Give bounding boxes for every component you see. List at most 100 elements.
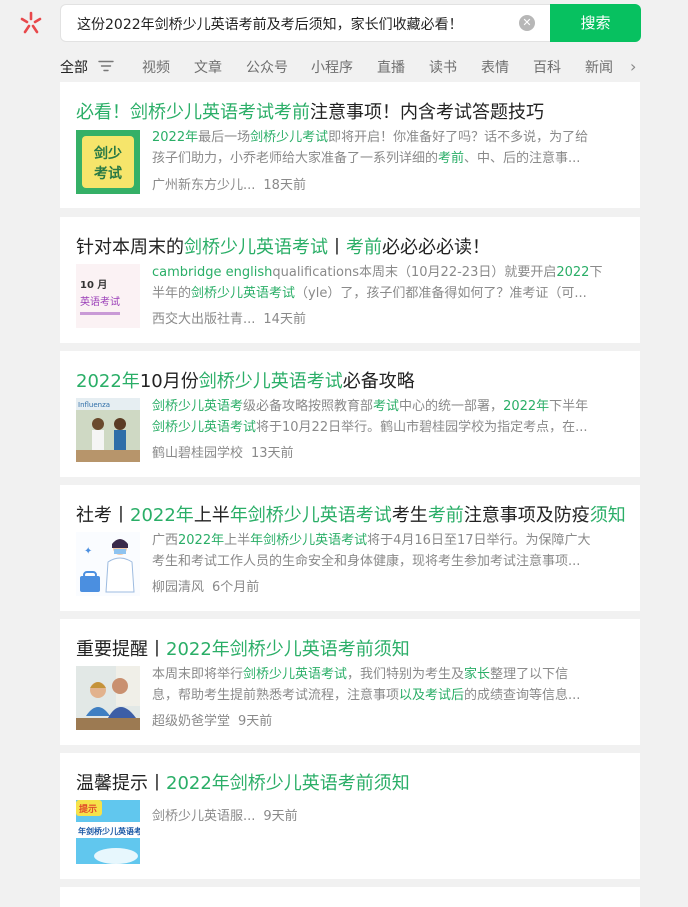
text-segment: 下半年 — [549, 399, 589, 414]
thumbnail-text: 剑少 — [93, 145, 122, 162]
result-time: 9天前 — [238, 714, 273, 729]
category-tabs: 全部 视频 文章 公众号 小程序 直播 读书 表情 百科 新闻 › — [60, 57, 650, 79]
result-card[interactable]: 重要提醒丨2022年剑桥少儿英语考前须知 本周末即将举行剑桥少儿英语考试，我们特… — [60, 619, 640, 745]
thumbnail-graphic: 10 月 英语考试 — [76, 264, 140, 328]
result-source[interactable]: 超级奶爸学堂 — [152, 714, 230, 729]
tab-books[interactable]: 读书 — [429, 57, 457, 77]
thumbnail-text: 考试 — [94, 165, 122, 182]
result-title[interactable]: 温馨提示丨2022年剑桥少儿英语考前须知 — [76, 769, 410, 795]
highlight-text: 家长 — [464, 667, 491, 682]
text-segment: 、中、后的注意事... — [464, 151, 581, 166]
tab-video[interactable]: 视频 — [142, 57, 170, 77]
snippet-line: 息，帮助考生提前熟悉考试流程，注意事项以及考试后的成绩查询等信息... — [152, 685, 622, 706]
result-title[interactable]: 必看！剑桥少儿英语考试考前注意事项！内含考试答题技巧 — [76, 98, 544, 124]
highlight-text: 年剑桥少儿英语考试 — [229, 505, 392, 526]
text-segment: 的成绩查询等信息... — [464, 688, 581, 703]
result-snippet: 2022年最后一场剑桥少儿考试即将开启！你准备好了吗？话不多说，为了给 孩子们助力… — [152, 127, 622, 169]
result-card[interactable]: 温馨提示丨2022年剑桥少儿英语考前须知 提示 年剑桥少儿英语考 剑桥少儿英语服… — [60, 753, 640, 879]
text-segment: 必备攻略 — [342, 371, 415, 392]
highlight-text: cambridge english — [152, 265, 273, 280]
result-thumbnail[interactable] — [76, 666, 140, 730]
result-card-partial[interactable] — [60, 887, 640, 907]
result-title[interactable]: 针对本周末的剑桥少儿英语考试丨考前必必必必读！ — [76, 233, 490, 259]
search-input[interactable]: 这份2022年剑桥少儿英语考前及考后须知，家长们收藏必看！ ✕ 搜索 — [60, 4, 641, 42]
tab-all[interactable]: 全部 — [60, 57, 88, 77]
text-segment: ，我们特别为考生及 — [347, 667, 465, 682]
tab-stickers[interactable]: 表情 — [481, 57, 509, 77]
text-segment: 考生 — [391, 505, 428, 526]
result-card[interactable]: 必看！剑桥少儿英语考试考前注意事项！内含考试答题技巧 剑少 考试 2022年最后… — [60, 82, 640, 208]
clear-search-icon[interactable]: ✕ — [519, 15, 535, 31]
text-segment: 息，帮助考生提前熟悉考试流程，注意事项 — [152, 688, 400, 703]
thumbnail-graphic: 提示 年剑桥少儿英语考 — [76, 800, 140, 864]
highlight-text: 考试后 — [425, 688, 465, 703]
filter-icon[interactable] — [98, 60, 114, 72]
chevron-right-icon[interactable]: › — [630, 57, 636, 76]
highlight-text: 2022年 — [76, 371, 140, 392]
highlight-text: 2022年剑桥少儿英语考前须知 — [166, 639, 410, 660]
highlight-text: 2022年 — [152, 130, 199, 145]
tab-official-account[interactable]: 公众号 — [246, 57, 288, 77]
text-segment: 上半 — [193, 505, 230, 526]
result-time: 6个月前 — [212, 580, 260, 595]
text-segment: 中心的统一部署， — [399, 399, 504, 414]
text-segment: 注意事项及防疫 — [463, 505, 590, 526]
result-source[interactable]: 鹤山碧桂园学校 — [152, 446, 243, 461]
result-title[interactable]: 重要提醒丨2022年剑桥少儿英语考前须知 — [76, 635, 410, 661]
thumbnail-text: Influenza — [78, 401, 110, 409]
svg-text:✦: ✦ — [84, 546, 92, 557]
snippet-line: 半年的剑桥少儿英语考试（yle）了，孩子们都准备得如何了？准考证（可... — [152, 283, 622, 304]
result-source[interactable]: 广州新东方少儿... — [152, 178, 255, 193]
thumbnail-graphic: Influenza — [76, 398, 140, 462]
tab-live[interactable]: 直播 — [377, 57, 405, 77]
text-segment: 即将开启！你准备好了吗？话不多说，为了给 — [328, 130, 589, 145]
snippet-line: 2022年最后一场剑桥少儿考试即将开启！你准备好了吗？话不多说，为了给 — [152, 127, 622, 148]
tab-encyclopedia[interactable]: 百科 — [533, 57, 561, 77]
result-source[interactable]: 剑桥少儿英语服... — [152, 809, 255, 824]
result-title[interactable]: 2022年10月份剑桥少儿英语考试必备攻略 — [76, 367, 415, 393]
tab-mini-program[interactable]: 小程序 — [311, 57, 353, 77]
result-thumbnail[interactable]: Influenza — [76, 398, 140, 462]
text-segment: 将于4月16日至17日举行。为保障广大 — [367, 533, 591, 548]
text-segment: 必必必必读！ — [382, 237, 490, 258]
search-button[interactable]: 搜索 — [550, 4, 641, 42]
thumbnail-text: 10 月 — [80, 279, 107, 291]
text-segment: 10月份 — [139, 371, 199, 392]
result-thumbnail[interactable]: 10 月 英语考试 — [76, 264, 140, 328]
result-thumbnail[interactable]: 提示 年剑桥少儿英语考 — [76, 800, 140, 864]
thumbnail-graphic: ✦ — [76, 532, 140, 596]
result-source[interactable]: 西交大出版社青... — [152, 312, 255, 327]
result-snippet: cambridge englishqualifications本周末（10月22… — [152, 262, 622, 304]
text-segment: 社考丨 — [76, 505, 130, 526]
result-meta: 鹤山碧桂园学校 13天前 — [152, 442, 294, 461]
result-thumbnail[interactable]: 剑少 考试 — [76, 130, 140, 194]
app-logo-icon[interactable] — [18, 10, 44, 36]
snippet-line: 广西2022年上半年剑桥少儿英语考试将于4月16日至17日举行。为保障广大 — [152, 530, 622, 551]
result-thumbnail[interactable]: ✦ — [76, 532, 140, 596]
result-snippet: 广西2022年上半年剑桥少儿英语考试将于4月16日至17日举行。为保障广大 考生和… — [152, 530, 622, 572]
result-meta: 柳园清风 6个月前 — [152, 576, 259, 595]
text-segment: 广西 — [152, 533, 179, 548]
text-segment: 下 — [589, 265, 603, 280]
highlight-text: 剑桥少儿考试 — [250, 130, 329, 145]
result-source[interactable]: 柳园清风 — [152, 580, 204, 595]
result-snippet: 剑桥少儿英语考级必备攻略按照教育部考试中心的统一部署，2022年下半年 剑桥少儿英… — [152, 396, 622, 438]
text-segment: 注意事项！内含考试答题技巧 — [310, 102, 544, 123]
result-snippet: 本周末即将举行剑桥少儿英语考试，我们特别为考生及家长整理了以下信 息，帮助考生提前… — [152, 664, 622, 706]
text-segment: 级必备攻略按照教育部 — [243, 399, 374, 414]
search-query-text[interactable]: 这份2022年剑桥少儿英语考前及考后须知，家长们收藏必看！ — [77, 14, 517, 34]
result-title[interactable]: 社考丨2022年上半年剑桥少儿英语考试考生考前注意事项及防疫须知 — [76, 501, 626, 527]
result-card[interactable]: 针对本周末的剑桥少儿英语考试丨考前必必必必读！ 10 月 英语考试 cambri… — [60, 217, 640, 343]
highlight-text: 2022年 — [130, 505, 194, 526]
tab-article[interactable]: 文章 — [194, 57, 222, 77]
highlight-text: 2022年 — [503, 399, 550, 414]
result-card[interactable]: 社考丨2022年上半年剑桥少儿英语考试考生考前注意事项及防疫须知 ✦ 广西202… — [60, 485, 640, 611]
text-segment: 半年的 — [152, 286, 192, 301]
tab-news[interactable]: 新闻 — [585, 57, 613, 77]
result-meta: 西交大出版社青... 14天前 — [152, 308, 306, 327]
text-segment: 最后一场 — [198, 130, 251, 145]
text-segment: 整理了以下信 — [490, 667, 569, 682]
result-time: 9天前 — [263, 809, 298, 824]
result-card[interactable]: 2022年10月份剑桥少儿英语考试必备攻略 Influenza 剑桥少儿英语考级… — [60, 351, 640, 477]
text-segment: qualifications本周末（10月22-23日）就要开启 — [272, 265, 557, 280]
